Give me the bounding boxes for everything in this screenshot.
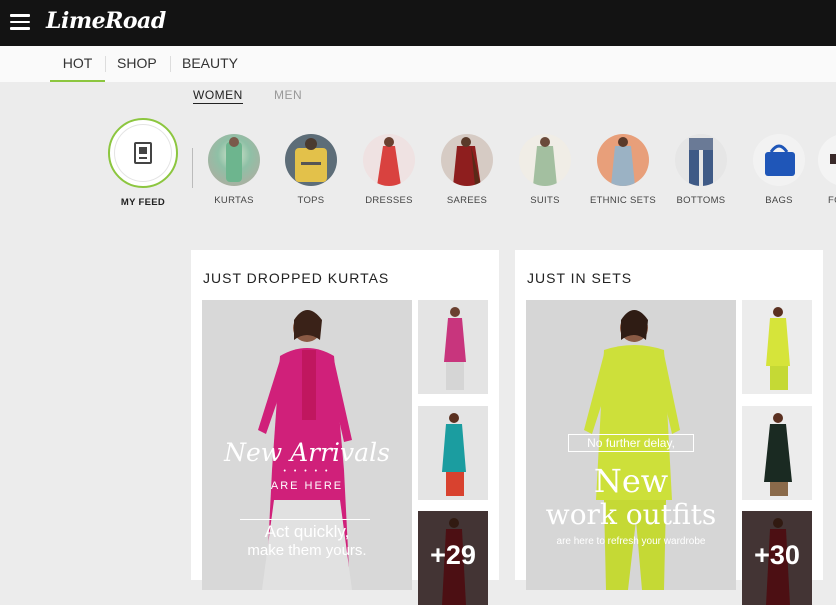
category-suits[interactable]: SUITS [506, 134, 584, 206]
category-ethnic-sets[interactable]: ETHNIC SETS [584, 134, 662, 206]
tops-thumbnail [285, 134, 337, 186]
hero-image-sets[interactable]: No further delay, New work outfits are h… [526, 300, 736, 590]
sarees-thumbnail [441, 134, 493, 186]
main-tabs: HOT SHOP BEAUTY [0, 46, 836, 82]
tab-divider [105, 56, 106, 72]
hero-tagline-2: are here to refresh your wardrobe [556, 536, 706, 547]
feed-icon [134, 142, 152, 164]
hero-subheadline: work outfits [545, 498, 717, 531]
thumbnail-set-3[interactable]: +30 [742, 511, 812, 605]
my-feed-ring [108, 118, 178, 188]
category-dresses[interactable]: DRESSES [350, 134, 428, 206]
kurtas-thumbnail [208, 134, 260, 186]
tab-shop[interactable]: SHOP [117, 46, 157, 80]
hero-subheadline: ARE HERE [270, 480, 344, 492]
thumbnail-set-2[interactable] [742, 406, 812, 500]
collection-card-kurtas: JUST DROPPED KURTAS New Arrivals • • • •… [191, 250, 499, 605]
menu-icon[interactable] [10, 14, 30, 30]
thumbnail-set-1[interactable] [742, 300, 812, 394]
hero-headline: New Arrivals [224, 438, 390, 467]
hero-headline: New [593, 462, 669, 500]
bottoms-thumbnail [675, 134, 727, 186]
collection-card-sets: JUST IN SETS No further delay, New work … [515, 250, 823, 605]
gender-tab-women[interactable]: WOMEN [193, 88, 243, 104]
hero-tagline-2: make them yours. [247, 542, 367, 559]
hero-tagline-1: Act quickly, [264, 522, 350, 541]
hero-image-kurtas[interactable]: New Arrivals • • • • • ARE HERE Act quic… [202, 300, 412, 590]
gender-tab-men[interactable]: MEN [274, 88, 302, 102]
top-bar: LimeRoad [0, 0, 836, 46]
hero-dots: • • • • • [283, 468, 331, 475]
category-bottoms[interactable]: BOTTOMS [662, 134, 740, 206]
bags-thumbnail [753, 134, 805, 186]
hero-tagline-1: No further delay, [587, 436, 675, 450]
category-bags[interactable]: BAGS [740, 134, 818, 206]
tab-hot[interactable]: HOT [50, 46, 105, 82]
tab-divider [170, 56, 171, 72]
more-count-badge: +30 [742, 511, 812, 605]
suits-thumbnail [519, 134, 571, 186]
my-feed-button[interactable]: MY FEED [107, 118, 179, 208]
card-title: JUST DROPPED KURTAS [203, 270, 390, 286]
card-title: JUST IN SETS [527, 270, 633, 286]
category-sarees[interactable]: SAREES [428, 134, 506, 206]
category-divider [192, 148, 193, 188]
my-feed-label: MY FEED [120, 197, 166, 208]
category-fo[interactable]: FO [818, 134, 836, 206]
ethnic-sets-thumbnail [597, 134, 649, 186]
more-count-badge: +29 [418, 511, 488, 605]
dresses-thumbnail [363, 134, 415, 186]
limeroad-logo[interactable]: LimeRoad [46, 8, 166, 34]
thumbnail-kurta-3[interactable]: +29 [418, 511, 488, 605]
thumbnail-kurta-1[interactable] [418, 300, 488, 394]
thumbnail-kurta-2[interactable] [418, 406, 488, 500]
fo-thumbnail [818, 134, 836, 186]
category-kurtas[interactable]: KURTAS [195, 134, 273, 206]
tab-beauty[interactable]: BEAUTY [182, 46, 238, 80]
category-tops[interactable]: TOPS [272, 134, 350, 206]
